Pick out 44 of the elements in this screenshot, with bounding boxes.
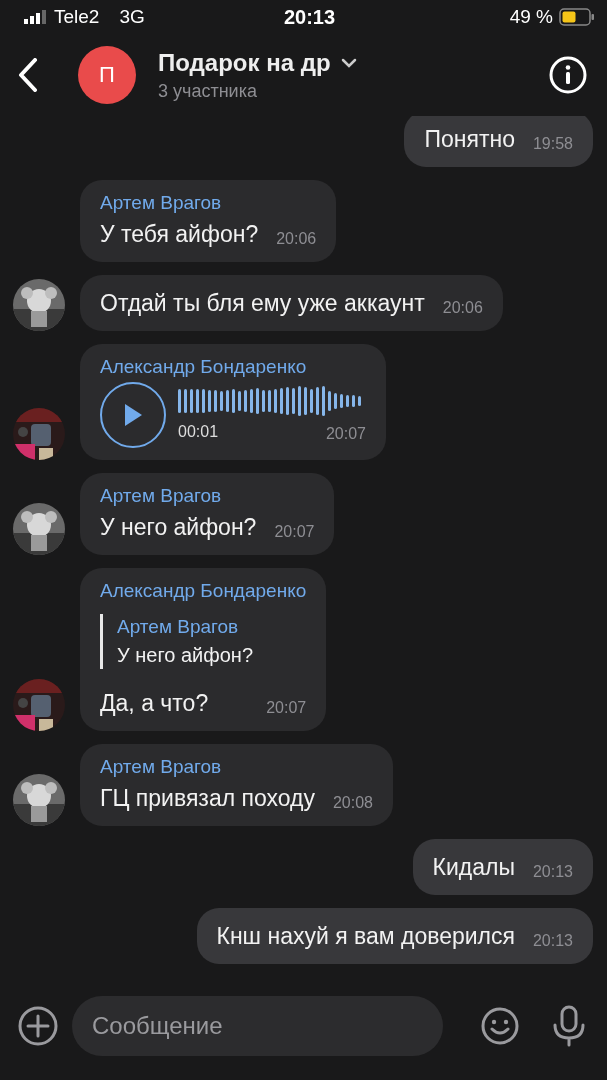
message-time: 20:07 (266, 698, 307, 718)
member-count: 3 участника (158, 80, 258, 102)
status-time: 20:13 (283, 5, 336, 29)
carrier-name: Tele2 (54, 6, 100, 28)
message-time: 20:13 (532, 862, 573, 882)
signal-icon (24, 10, 46, 24)
message-time: 20:07 (274, 522, 315, 542)
message-time: 20:06 (442, 298, 483, 318)
quote-sender: Артем Врагов (117, 616, 240, 638)
microphone-icon[interactable] (551, 1005, 587, 1047)
sender-name: Артем Врагов (100, 485, 223, 507)
message-text: У него айфон? (100, 513, 257, 542)
back-icon[interactable] (18, 58, 38, 92)
quoted-message[interactable]: Артем Врагов У него айфон? (100, 614, 307, 669)
sender-name: Артем Врагов (100, 192, 223, 214)
message-time: 20:07 (325, 424, 366, 444)
message-time: 20:08 (332, 793, 373, 813)
chat-title[interactable]: Подарок на др (158, 48, 331, 77)
battery-icon (559, 8, 595, 26)
message-text: У тебя айфон? (100, 220, 259, 249)
chat-avatar[interactable]: П (78, 46, 136, 104)
play-icon (123, 403, 143, 427)
message-text: Кидалы (432, 853, 515, 882)
voice-duration: 00:01 (178, 423, 219, 442)
message-text: ГЦ привязал походу (100, 784, 315, 813)
quote-text: У него айфон? (117, 644, 254, 667)
sender-name: Артем Врагов (100, 756, 223, 778)
message-text: Понятно (424, 125, 515, 154)
chevron-down-icon[interactable] (340, 57, 357, 68)
sender-name: Александр Бондаренко (100, 580, 307, 602)
message-text: Кнш нахуй я вам доверился (216, 922, 515, 951)
add-icon[interactable] (18, 1006, 58, 1046)
network-type: 3G (119, 6, 145, 28)
sender-name: Александр Бондаренко (100, 356, 308, 378)
message-time: 20:06 (276, 229, 317, 249)
message-text: Отдай ты бля ему уже аккаунт (100, 289, 425, 318)
play-button[interactable] (100, 382, 166, 448)
message-time: 20:13 (532, 931, 573, 951)
message-field[interactable]: Сообщение (72, 996, 443, 1056)
message-text: Да, а что? (100, 689, 209, 718)
message-time: 19:58 (532, 134, 573, 154)
info-icon[interactable] (549, 56, 587, 94)
emoji-icon[interactable] (481, 1007, 519, 1045)
battery-percent: 49 % (509, 6, 553, 28)
